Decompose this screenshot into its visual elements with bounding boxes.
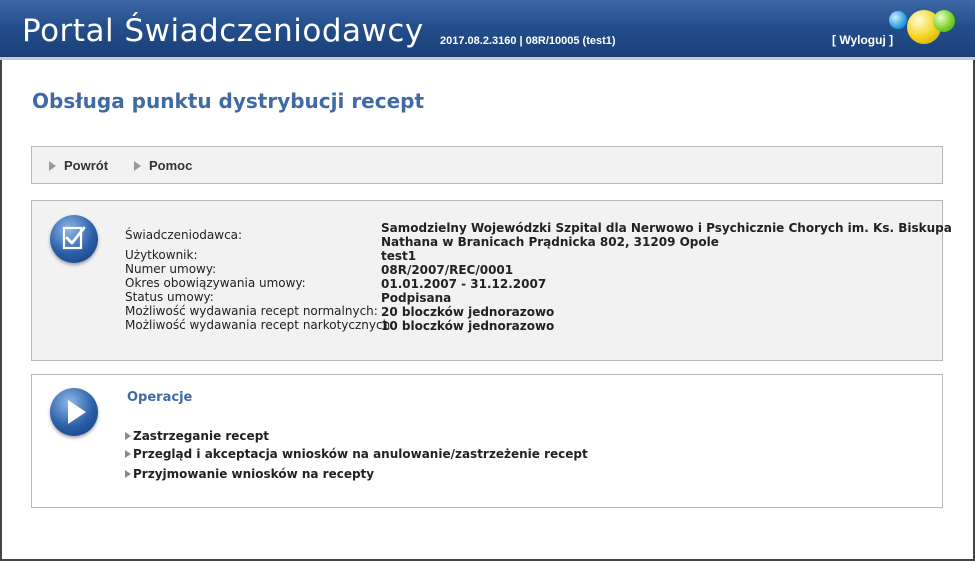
provider-value-line2: Nathana w Branicach Prądnicka 802, 31209… <box>381 235 719 249</box>
logo-balls-icon <box>885 6 965 51</box>
user-label: Użytkownik: <box>125 248 198 262</box>
validity-value: 01.01.2007 - 31.12.2007 <box>381 277 547 291</box>
operation-label: Przyjmowanie wniosków na recepty <box>133 467 375 481</box>
validity-label: Okres obowiązywania umowy: <box>125 276 306 290</box>
version-info: 2017.08.2.3160 | 08R/10005 (test1) <box>440 35 616 47</box>
operations-panel: Operacje Zastrzeganie recept Przegląd i … <box>31 374 943 508</box>
user-value: test1 <box>381 249 417 263</box>
normal-rx-value: 20 bloczków jednorazowo <box>381 305 555 319</box>
page-title: Obsługa punktu dystrybucji recept <box>32 89 425 113</box>
back-label: Powrót <box>64 158 109 173</box>
narcotic-rx-label: Możliwość wydawania recept narkotycznych… <box>125 318 395 332</box>
info-labels: Świadczeniodawca: Użytkownik: Numer umow… <box>125 228 394 332</box>
arrow-right-icon <box>125 450 131 458</box>
logout-link[interactable]: [ Wyloguj ] <box>832 33 893 47</box>
contract-info-panel: Świadczeniodawca: Użytkownik: Numer umow… <box>31 200 952 361</box>
info-values: Samodzielny Wojewódzki Szpital dla Nerwo… <box>381 221 952 333</box>
operation-label: Przegląd i akceptacja wniosków na anulow… <box>133 447 588 461</box>
operation-link[interactable]: Przegląd i akceptacja wniosków na anulow… <box>125 447 588 461</box>
operation-link[interactable]: Przyjmowanie wniosków na recepty <box>125 467 374 481</box>
blue-ball-icon <box>889 11 907 29</box>
arrow-right-icon <box>125 470 131 478</box>
operation-label: Zastrzeganie recept <box>133 429 270 443</box>
help-label: Pomoc <box>149 158 193 173</box>
provider-value-line1: Samodzielny Wojewódzki Szpital dla Nerwo… <box>381 221 952 235</box>
contract-number-label: Numer umowy: <box>125 262 217 276</box>
arrow-right-icon <box>134 161 141 171</box>
arrow-right-icon <box>49 161 56 171</box>
help-link[interactable]: Pomoc <box>134 158 192 173</box>
provider-label: Świadczeniodawca: <box>125 228 243 242</box>
status-label: Status umowy: <box>125 290 214 304</box>
operations-title: Operacje <box>127 390 193 405</box>
action-bar: Powrót Pomoc <box>31 146 943 184</box>
green-ball-icon <box>933 10 955 32</box>
app-title: Portal Świadczeniodawcy <box>22 13 424 49</box>
narcotic-rx-value: 10 bloczków jednorazowo <box>381 319 555 333</box>
play-icon <box>50 388 98 436</box>
header-bar: Portal Świadczeniodawcy 2017.08.2.3160 |… <box>0 0 975 60</box>
contract-number-value: 08R/2007/REC/0001 <box>381 263 514 277</box>
checklist-icon <box>50 215 98 263</box>
back-link[interactable]: Powrót <box>49 158 108 173</box>
status-value: Podpisana <box>381 291 452 305</box>
arrow-right-icon <box>125 432 131 440</box>
normal-rx-label: Możliwość wydawania recept normalnych: <box>125 304 378 318</box>
operation-link[interactable]: Zastrzeganie recept <box>125 429 269 443</box>
